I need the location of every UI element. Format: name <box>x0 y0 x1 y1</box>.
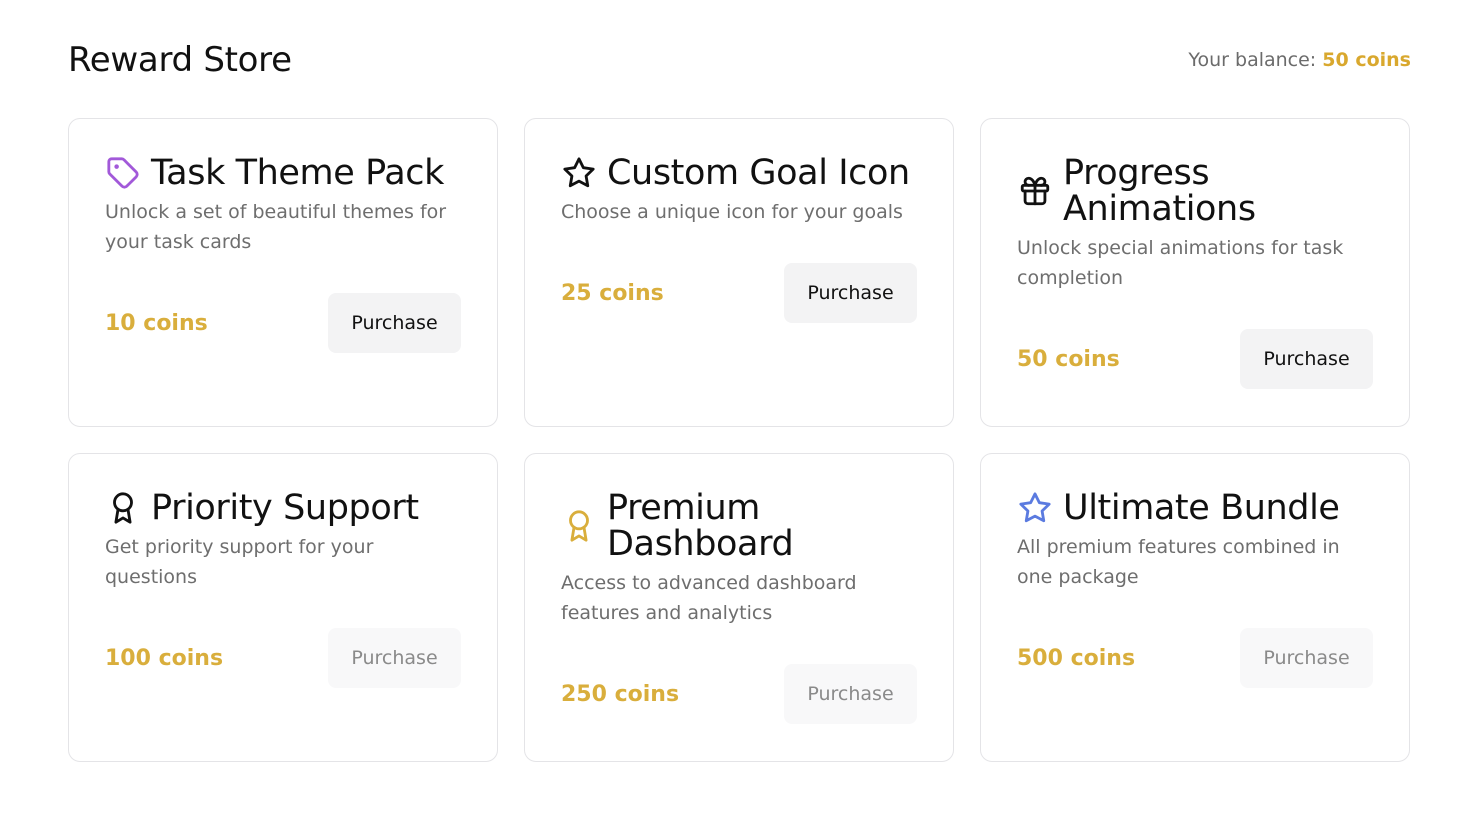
reward-card-progress-animations: Progress Animations Unlock special anima… <box>980 118 1410 427</box>
balance-value: 50 coins <box>1322 49 1411 71</box>
balance-label: Your balance: <box>1188 49 1317 71</box>
reward-card-priority-support: Priority Support Get priority support fo… <box>68 453 498 762</box>
card-description: Unlock special animations for task compl… <box>1017 237 1344 289</box>
card-title: Task Theme Pack <box>151 153 445 193</box>
reward-card-task-theme-pack: Task Theme Pack Unlock a set of beautifu… <box>68 118 498 427</box>
card-header: Ultimate Bundle <box>1017 490 1373 526</box>
card-description: All premium features combined in one pac… <box>1017 536 1340 588</box>
purchase-button[interactable]: Purchase <box>784 263 917 323</box>
card-header: Progress Animations <box>1017 155 1373 227</box>
reward-card-premium-dashboard: Premium Dashboard Access to advanced das… <box>524 453 954 762</box>
award-icon <box>105 490 141 526</box>
gift-icon <box>1017 173 1053 209</box>
card-footer: 25 coins Purchase <box>561 263 917 323</box>
card-description: Get priority support for your questions <box>105 536 374 588</box>
reward-card-custom-goal-icon: Custom Goal Icon Choose a unique icon fo… <box>524 118 954 427</box>
reward-card-ultimate-bundle: Ultimate Bundle All premium features com… <box>980 453 1410 762</box>
price-label: 10 coins <box>105 310 208 336</box>
card-description: Choose a unique icon for your goals <box>561 201 903 223</box>
card-footer: 50 coins Purchase <box>1017 329 1373 389</box>
tag-icon <box>105 155 141 191</box>
purchase-button[interactable]: Purchase <box>1240 628 1373 688</box>
card-description: Access to advanced dashboard features an… <box>561 572 857 624</box>
card-title: Priority Support <box>151 488 419 528</box>
card-title: Custom Goal Icon <box>607 153 910 193</box>
card-header: Custom Goal Icon <box>561 155 917 191</box>
purchase-button[interactable]: Purchase <box>328 628 461 688</box>
card-footer: 500 coins Purchase <box>1017 628 1373 688</box>
card-header: Premium Dashboard <box>561 490 917 562</box>
star-icon <box>1017 490 1053 526</box>
price-label: 25 coins <box>561 280 664 306</box>
price-label: 250 coins <box>561 681 680 707</box>
card-footer: 250 coins Purchase <box>561 664 917 724</box>
card-description: Unlock a set of beautiful themes for you… <box>105 201 447 253</box>
header: Reward Store Your balance: 50 coins <box>68 38 1411 82</box>
price-label: 500 coins <box>1017 645 1136 671</box>
star-icon <box>561 155 597 191</box>
balance-display: Your balance: 50 coins <box>1188 49 1411 71</box>
purchase-button[interactable]: Purchase <box>784 664 917 724</box>
card-title: Premium Dashboard <box>607 488 794 564</box>
card-title: Progress Animations <box>1063 153 1256 229</box>
reward-store-page: Reward Store Your balance: 50 coins Task… <box>0 0 1470 815</box>
reward-grid: Task Theme Pack Unlock a set of beautifu… <box>68 118 1410 762</box>
purchase-button[interactable]: Purchase <box>1240 329 1373 389</box>
card-header: Task Theme Pack <box>105 155 461 191</box>
price-label: 100 coins <box>105 645 224 671</box>
price-label: 50 coins <box>1017 346 1120 372</box>
purchase-button[interactable]: Purchase <box>328 293 461 353</box>
award-icon <box>561 508 597 544</box>
page-title: Reward Store <box>68 40 292 80</box>
card-header: Priority Support <box>105 490 461 526</box>
card-footer: 100 coins Purchase <box>105 628 461 688</box>
card-title: Ultimate Bundle <box>1063 488 1340 528</box>
card-footer: 10 coins Purchase <box>105 293 461 353</box>
